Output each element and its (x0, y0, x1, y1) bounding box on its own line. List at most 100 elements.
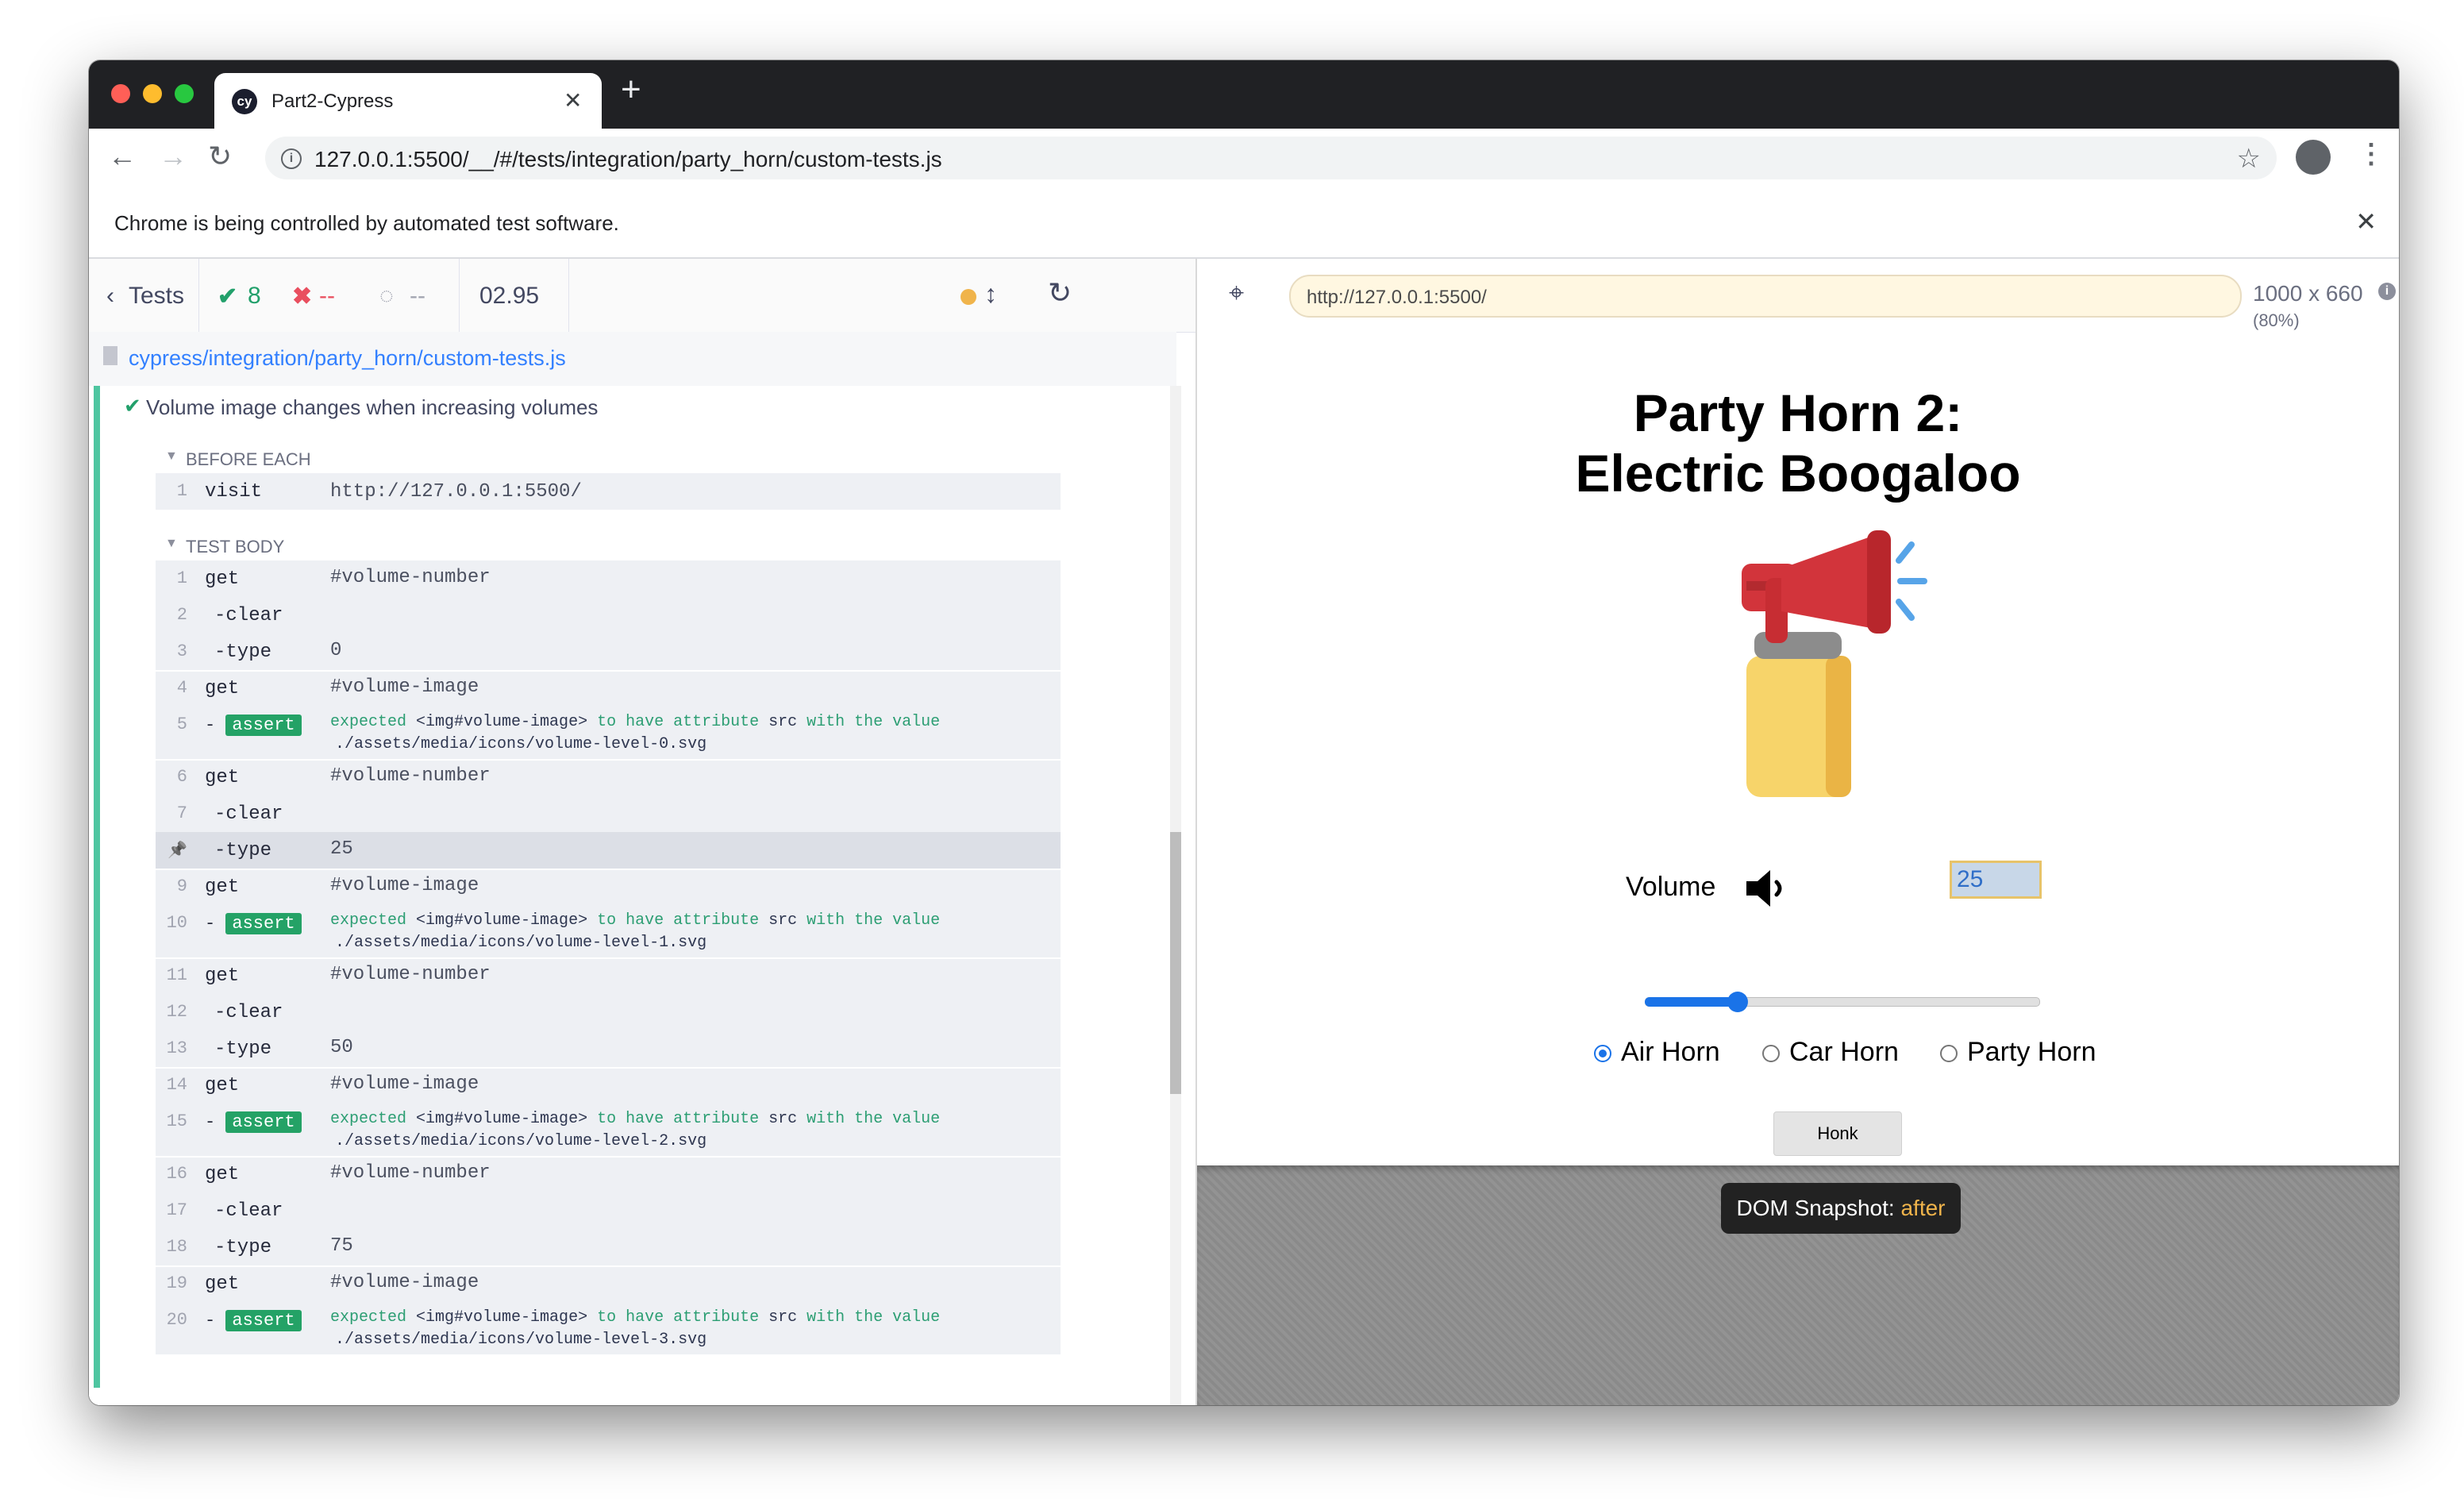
command-row[interactable]: 19 get #volume-image (156, 1265, 1061, 1302)
selector-playground-icon[interactable]: ⌖ (1229, 278, 1244, 309)
radio-button[interactable] (1762, 1045, 1780, 1063)
command-dash: - (205, 914, 226, 934)
info-icon[interactable]: i (2378, 283, 2396, 300)
command-name: - assert (205, 913, 302, 934)
command-row[interactable]: 16 get #volume-number (156, 1156, 1061, 1192)
failed-count: -- (319, 283, 335, 309)
command-name: get (205, 876, 240, 898)
more-menu-icon[interactable]: ⋮ (2358, 138, 2385, 170)
site-info-icon[interactable]: i (281, 148, 302, 169)
test-title[interactable]: Volume image changes when increasing vol… (146, 395, 598, 420)
automation-infobar: Chrome is being controlled by automated … (89, 189, 2399, 259)
command-row[interactable]: 📌 -type 25 (156, 832, 1061, 869)
radio-button[interactable] (1940, 1045, 1958, 1063)
profile-avatar-icon[interactable] (2296, 140, 2331, 175)
command-name: visit (205, 481, 263, 503)
spec-path-link[interactable]: cypress/integration/party_horn/custom-te… (129, 346, 566, 371)
command-row[interactable]: 5- assert expected <img#volume-image> to … (156, 707, 1061, 759)
command-row[interactable]: 2 -clear (156, 597, 1061, 634)
reporter-scroll-thumb[interactable] (1170, 832, 1181, 1094)
command-row[interactable]: 17 -clear (156, 1192, 1061, 1229)
assert-subject: <img#volume-image> (416, 713, 588, 731)
command-row[interactable]: 9 get #volume-image (156, 869, 1061, 905)
back-icon[interactable]: ← (108, 140, 137, 173)
command-row[interactable]: 20- assert expected <img#volume-image> to… (156, 1302, 1061, 1354)
reporter-header: ‹ Tests ✔ 8 ✖ -- ◌ -- 02.95 ↕ ↻ (89, 259, 1195, 333)
radio-party-horn[interactable]: Party Horn (1940, 1037, 2096, 1068)
radio-air-horn[interactable]: Air Horn (1594, 1037, 1720, 1068)
command-row[interactable]: 12 -clear (156, 994, 1061, 1030)
assert-line1: expected (330, 713, 417, 731)
radio-car-horn[interactable]: Car Horn (1762, 1037, 1899, 1068)
command-number: 10 (166, 913, 187, 933)
command-name: get (205, 1273, 240, 1295)
command-name: - assert (205, 715, 302, 736)
pending-circle-icon: ◌ (379, 283, 394, 309)
command-number: 15 (166, 1111, 187, 1131)
assert-value: ./assets/media/icons/volume-level-0.svg (335, 735, 707, 753)
command-row[interactable]: 13 -type 50 (156, 1030, 1061, 1067)
command-row[interactable]: 10- assert expected <img#volume-image> to… (156, 905, 1061, 957)
command-row[interactable]: 4 get #volume-image (156, 670, 1061, 707)
command-name: -type (214, 641, 272, 663)
browser-toolbar: ← → ↻ i 127.0.0.1:5500/__/#/tests/integr… (89, 129, 2399, 190)
forward-icon[interactable]: → (159, 140, 187, 173)
aut-url-bar: http://127.0.0.1:5500/ (1289, 275, 2242, 318)
command-name: -type (214, 1237, 272, 1258)
before-each-header[interactable]: BEFORE EACH (186, 449, 311, 470)
command-row[interactable]: 11 get #volume-number (156, 957, 1061, 994)
command-dash: - (205, 1112, 226, 1132)
command-message: #volume-image (330, 875, 479, 896)
reload-icon[interactable]: ↻ (208, 140, 232, 173)
radio-button[interactable] (1594, 1045, 1611, 1063)
volume-number-input[interactable]: 25 (1950, 861, 2042, 899)
snapshot-label: DOM Snapshot: (1736, 1196, 1901, 1220)
tab-title: Part2-Cypress (271, 91, 394, 112)
infobar-close-icon[interactable]: ✕ (2355, 206, 2377, 237)
command-row[interactable]: 15- assert expected <img#volume-image> to… (156, 1104, 1061, 1156)
command-row[interactable]: 3 -type 0 (156, 634, 1061, 670)
assert-line1c: with the value (797, 911, 941, 930)
tab-close-icon[interactable]: ✕ (564, 87, 582, 114)
spec-file-bar: cypress/integration/party_horn/custom-te… (89, 332, 1176, 387)
volume-slider-thumb[interactable] (1727, 992, 1748, 1012)
test-body-header[interactable]: TEST BODY (186, 537, 284, 557)
honk-button[interactable]: Honk (1773, 1111, 1902, 1156)
snapshot-state[interactable]: after (1900, 1196, 1945, 1220)
new-tab-button[interactable]: + (621, 70, 641, 110)
command-row[interactable]: 1 get #volume-number (156, 560, 1061, 597)
collapse-caret-icon[interactable]: ▼ (165, 449, 178, 464)
collapse-caret-icon[interactable]: ▼ (165, 537, 178, 551)
test-pass-check-icon: ✔ (124, 394, 141, 418)
tests-back-button[interactable]: ‹ Tests (89, 259, 199, 332)
command-row[interactable]: 6 get #volume-number (156, 759, 1061, 795)
passed-stat: ✔ 8 (198, 259, 283, 332)
command-number: 7 (176, 803, 187, 823)
command-row[interactable]: 7 -clear (156, 795, 1061, 832)
command-row[interactable]: 14 get #volume-image (156, 1067, 1061, 1104)
bookmark-star-icon[interactable]: ☆ (2237, 143, 2261, 175)
assert-subject: <img#volume-image> (416, 911, 588, 930)
assert-line1c: with the value (797, 713, 941, 731)
radio-label: Car Horn (1789, 1037, 1899, 1067)
assert-attr: src (768, 1308, 798, 1327)
command-name: get (205, 568, 240, 590)
minimize-window-button[interactable] (143, 84, 162, 103)
check-icon: ✔ (218, 283, 238, 310)
command-number: 17 (166, 1200, 187, 1220)
browser-tab[interactable]: cy Part2-Cypress ✕ (214, 73, 602, 129)
command-number: 14 (166, 1075, 187, 1095)
browser-window: cy Part2-Cypress ✕ + ← → ↻ i 127.0.0.1:5… (89, 60, 2399, 1405)
command-name: get (205, 678, 240, 699)
command-message: #volume-number (330, 765, 491, 787)
command-message: 0 (330, 640, 342, 661)
zoom-window-button[interactable] (175, 84, 194, 103)
address-bar[interactable]: i 127.0.0.1:5500/__/#/tests/integration/… (265, 137, 2277, 179)
pending-count: -- (410, 283, 425, 309)
auto-scroll-icon[interactable]: ↕ (984, 279, 997, 309)
command-row[interactable]: 18 -type 75 (156, 1229, 1061, 1265)
rerun-icon[interactable]: ↻ (1048, 276, 1072, 310)
command-row[interactable]: 1 visit http://127.0.0.1:5500/ (156, 473, 1061, 510)
command-name: -clear (214, 1200, 283, 1222)
close-window-button[interactable] (111, 84, 130, 103)
